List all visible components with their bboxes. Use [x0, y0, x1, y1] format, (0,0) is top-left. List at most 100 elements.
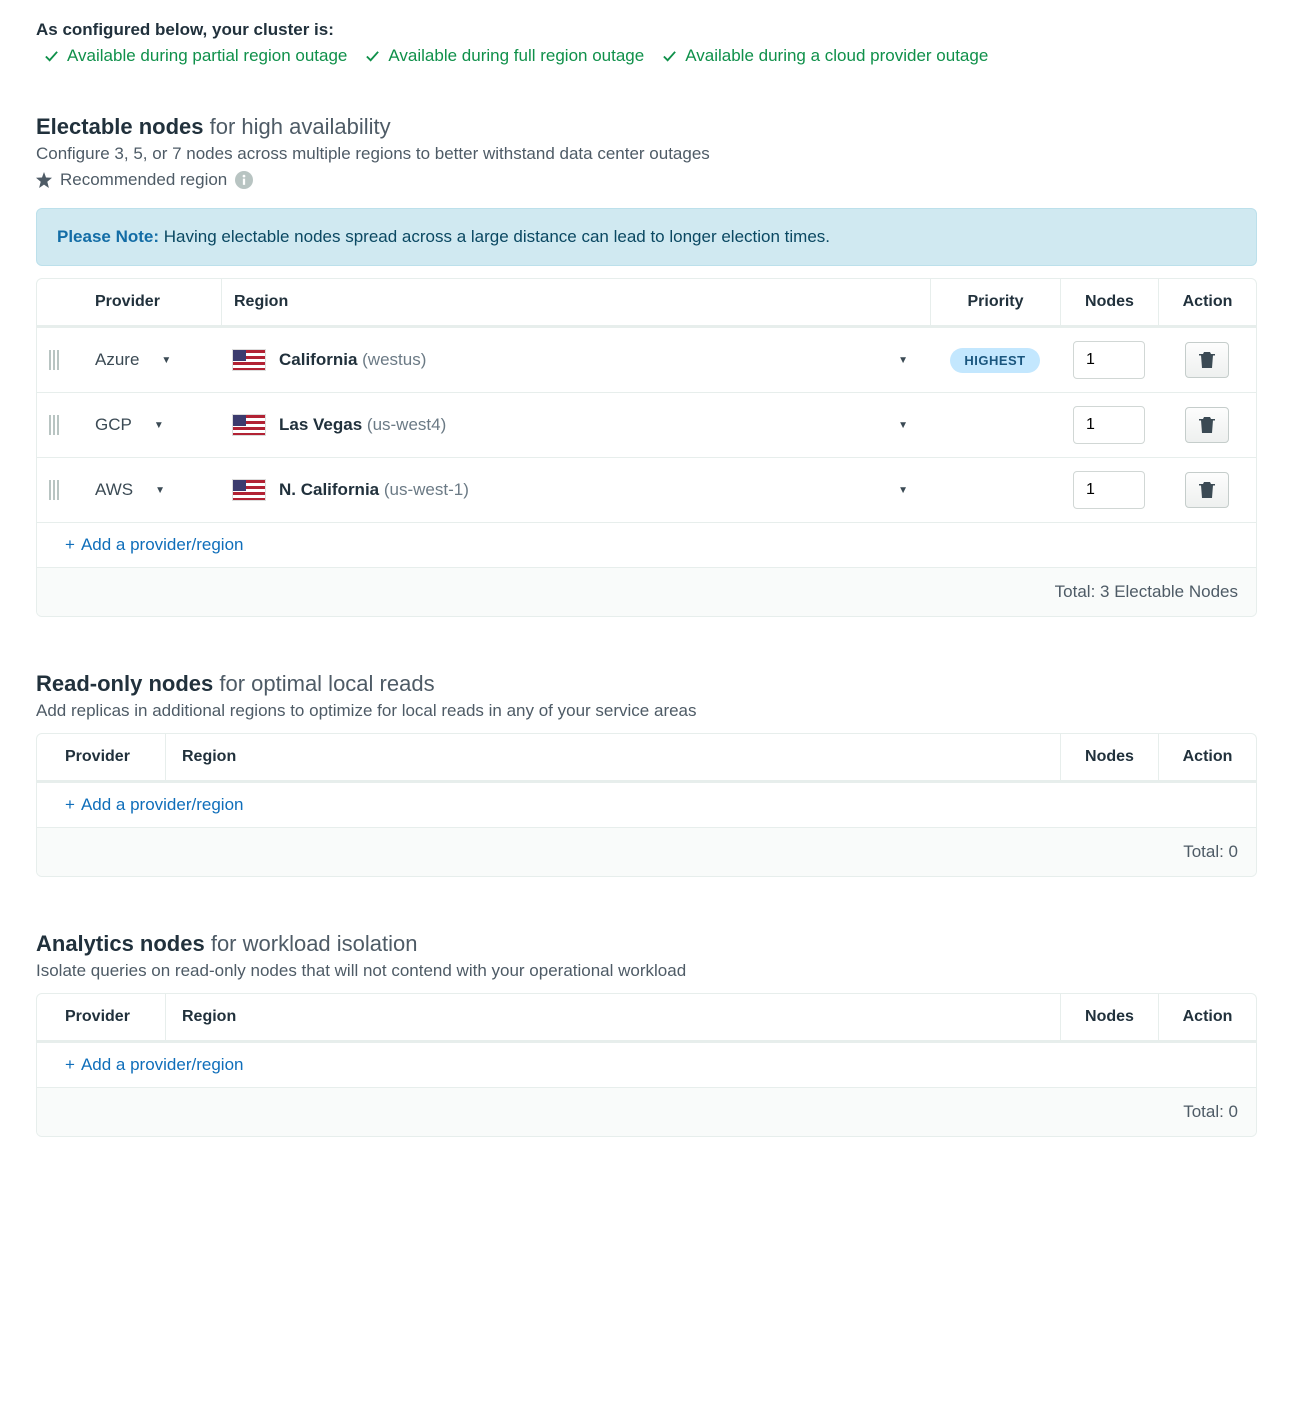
note-label: Please Note:	[57, 227, 159, 246]
provider-value: GCP	[95, 415, 132, 435]
provider-select[interactable]: GCP ▼	[83, 403, 221, 447]
electable-row: Azure ▼ California (westus) ▼ HIGHEST	[37, 328, 1256, 393]
availability-item-cloud: Available during a cloud provider outage	[662, 46, 988, 66]
add-provider-region-button[interactable]: + Add a provider/region	[37, 523, 1256, 568]
trash-icon	[1199, 416, 1215, 434]
analytics-desc: Isolate queries on read-only nodes that …	[36, 961, 1257, 981]
drag-handle-icon[interactable]	[37, 468, 83, 512]
electable-note: Please Note: Having electable nodes spre…	[36, 208, 1257, 266]
electable-title-light: for high availability	[204, 114, 391, 139]
analytics-title: Analytics nodes for workload isolation	[36, 931, 1257, 957]
col-region: Region	[221, 279, 930, 328]
electable-row: AWS ▼ N. California (us-west-1) ▼	[37, 458, 1256, 523]
delete-button[interactable]	[1185, 342, 1229, 378]
col-nodes: Nodes	[1060, 734, 1158, 783]
availability-text: Available during full region outage	[388, 46, 644, 66]
region-name: Las Vegas	[279, 415, 362, 434]
readonly-desc: Add replicas in additional regions to op…	[36, 701, 1257, 721]
delete-button[interactable]	[1185, 472, 1229, 508]
us-flag-icon	[233, 415, 265, 435]
electable-title: Electable nodes for high availability	[36, 114, 1257, 140]
readonly-header: Provider Region Nodes Action	[37, 734, 1256, 783]
drag-handle-icon[interactable]	[37, 403, 83, 447]
plus-icon: +	[65, 1055, 75, 1074]
priority-cell	[930, 413, 1060, 437]
add-label: Add a provider/region	[81, 795, 244, 814]
provider-select[interactable]: AWS ▼	[83, 468, 221, 512]
check-icon	[662, 49, 677, 64]
priority-cell	[930, 478, 1060, 502]
availability-text: Available during partial region outage	[67, 46, 347, 66]
add-provider-region-button[interactable]: + Add a provider/region	[37, 1043, 1256, 1088]
plus-icon: +	[65, 535, 75, 554]
availability-row: Available during partial region outage A…	[44, 46, 1257, 66]
electable-table: Provider Region Priority Nodes Action Az…	[36, 278, 1257, 617]
readonly-title-light: for optimal local reads	[213, 671, 434, 696]
col-provider: Provider	[37, 734, 165, 783]
col-action: Action	[1158, 994, 1256, 1043]
region-code: (us-west-1)	[384, 480, 469, 499]
caret-down-icon: ▼	[898, 420, 908, 431]
readonly-total: Total: 0	[37, 828, 1256, 876]
col-nodes: Nodes	[1060, 279, 1158, 328]
region-select[interactable]: Las Vegas (us-west4) ▼	[221, 403, 930, 447]
caret-down-icon: ▼	[154, 420, 164, 431]
intro-label: As configured below, your cluster is:	[36, 20, 1257, 40]
info-icon[interactable]	[235, 171, 253, 189]
readonly-title: Read-only nodes for optimal local reads	[36, 671, 1257, 697]
check-icon	[365, 49, 380, 64]
electable-title-bold: Electable nodes	[36, 114, 204, 139]
priority-badge: HIGHEST	[950, 348, 1039, 373]
col-provider: Provider	[37, 994, 165, 1043]
col-region: Region	[165, 734, 1060, 783]
provider-select[interactable]: Azure ▼	[83, 338, 221, 382]
plus-icon: +	[65, 795, 75, 814]
caret-down-icon: ▼	[898, 355, 908, 366]
region-name: N. California	[279, 480, 379, 499]
add-label: Add a provider/region	[81, 1055, 244, 1074]
electable-total: Total: 3 Electable Nodes	[37, 568, 1256, 616]
analytics-table: Provider Region Nodes Action + Add a prov…	[36, 993, 1257, 1137]
col-provider: Provider	[83, 279, 221, 328]
col-nodes: Nodes	[1060, 994, 1158, 1043]
availability-item-partial: Available during partial region outage	[44, 46, 347, 66]
analytics-header: Provider Region Nodes Action	[37, 994, 1256, 1043]
add-provider-region-button[interactable]: + Add a provider/region	[37, 783, 1256, 828]
readonly-table: Provider Region Nodes Action + Add a prov…	[36, 733, 1257, 877]
nodes-input[interactable]	[1073, 471, 1145, 509]
col-priority: Priority	[930, 279, 1060, 328]
availability-text: Available during a cloud provider outage	[685, 46, 988, 66]
readonly-title-bold: Read-only nodes	[36, 671, 213, 696]
analytics-total: Total: 0	[37, 1088, 1256, 1136]
region-name: California	[279, 350, 357, 369]
star-icon	[36, 172, 52, 188]
region-select[interactable]: California (westus) ▼	[221, 338, 930, 382]
region-select[interactable]: N. California (us-west-1) ▼	[221, 468, 930, 512]
electable-desc: Configure 3, 5, or 7 nodes across multip…	[36, 144, 1257, 164]
provider-value: AWS	[95, 480, 133, 500]
add-label: Add a provider/region	[81, 535, 244, 554]
nodes-input[interactable]	[1073, 341, 1145, 379]
electable-row: GCP ▼ Las Vegas (us-west4) ▼	[37, 393, 1256, 458]
availability-item-full: Available during full region outage	[365, 46, 644, 66]
trash-icon	[1199, 481, 1215, 499]
col-region: Region	[165, 994, 1060, 1043]
check-icon	[44, 49, 59, 64]
caret-down-icon: ▼	[161, 355, 171, 366]
col-action: Action	[1158, 734, 1256, 783]
recommended-text: Recommended region	[60, 170, 227, 190]
nodes-input[interactable]	[1073, 406, 1145, 444]
recommended-region-label: Recommended region	[36, 170, 253, 190]
priority-cell: HIGHEST	[930, 336, 1060, 385]
region-code: (westus)	[362, 350, 426, 369]
delete-button[interactable]	[1185, 407, 1229, 443]
drag-handle-icon[interactable]	[37, 338, 83, 382]
col-action: Action	[1158, 279, 1256, 328]
electable-header: Provider Region Priority Nodes Action	[37, 279, 1256, 328]
provider-value: Azure	[95, 350, 139, 370]
caret-down-icon: ▼	[898, 485, 908, 496]
caret-down-icon: ▼	[155, 485, 165, 496]
us-flag-icon	[233, 480, 265, 500]
us-flag-icon	[233, 350, 265, 370]
analytics-title-bold: Analytics nodes	[36, 931, 205, 956]
